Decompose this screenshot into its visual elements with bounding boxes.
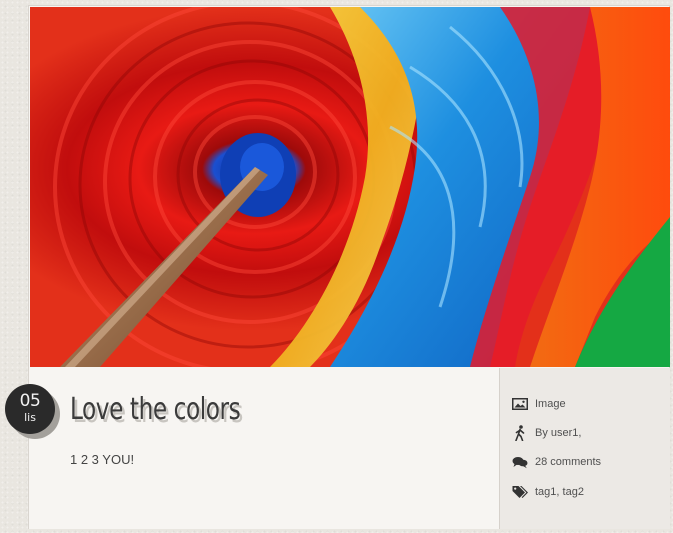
meta-comments[interactable]: 28 comments: [511, 454, 601, 470]
post-meta-panel: [499, 368, 670, 529]
colorful-fan-artwork: [30, 7, 670, 367]
comments-icon: [511, 454, 529, 470]
post-image[interactable]: [30, 7, 670, 367]
date-badge: 05 lis: [5, 384, 55, 434]
meta-type-label: Image: [535, 398, 566, 410]
meta-author[interactable]: By user1,: [511, 425, 581, 441]
meta-comments-label: 28 comments: [535, 456, 602, 468]
walking-person-icon: [511, 425, 529, 441]
date-month: lis: [24, 411, 36, 424]
post-title[interactable]: Love the colors: [70, 392, 241, 428]
date-day: 05: [19, 391, 41, 411]
meta-tags[interactable]: tag1, tag2: [511, 484, 584, 500]
meta-type[interactable]: Image: [511, 396, 566, 412]
image-icon: [511, 396, 529, 412]
post-excerpt: 1 2 3 YOU!: [70, 452, 135, 467]
meta-author-label: By user1,: [535, 427, 582, 439]
tags-icon: [511, 484, 529, 500]
meta-tags-label: tag1, tag2: [535, 486, 584, 498]
post-card: [28, 5, 670, 529]
